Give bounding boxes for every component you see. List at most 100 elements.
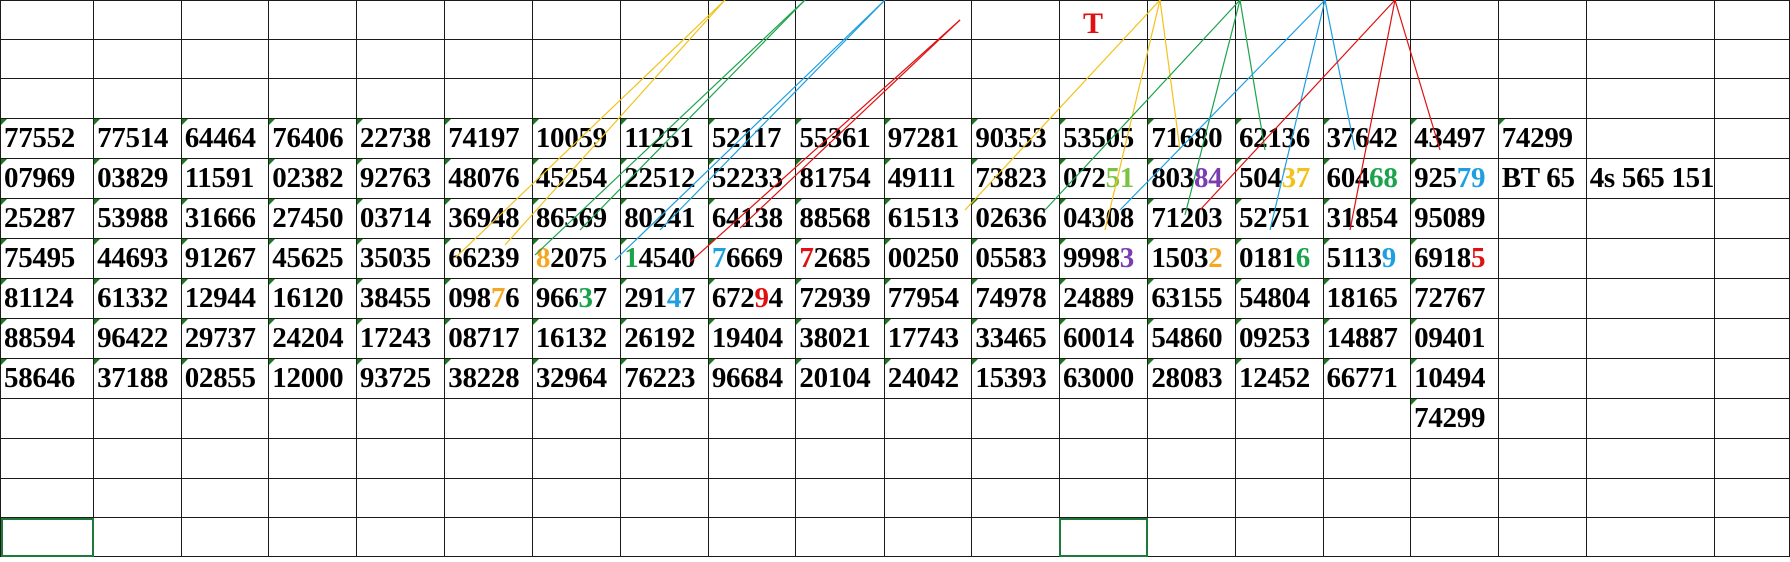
sheet-cell[interactable]: 12452 xyxy=(1234,358,1324,399)
sheet-cell[interactable]: 10059 xyxy=(531,118,622,159)
sheet-cell[interactable] xyxy=(795,438,885,479)
sheet-cell[interactable]: 19404 xyxy=(707,318,797,359)
sheet-cell[interactable] xyxy=(707,39,797,79)
sheet-cell[interactable] xyxy=(707,478,797,518)
sheet-cell[interactable] xyxy=(1497,39,1587,79)
cell-table[interactable]: 77552 77514 64464 76406 22738 74197 10059 11251… xyxy=(0,0,1790,557)
sheet-cell[interactable]: 54804 xyxy=(1234,278,1324,319)
sheet-cell[interactable] xyxy=(1147,78,1236,119)
sheet-cell[interactable] xyxy=(1714,198,1790,239)
sheet-cell[interactable]: 74299 xyxy=(1497,118,1587,159)
sheet-cell[interactable] xyxy=(444,517,533,557)
sheet-cell[interactable] xyxy=(1585,318,1716,359)
sheet-cell[interactable] xyxy=(1147,0,1236,40)
sheet-cell[interactable] xyxy=(1585,278,1716,319)
sheet-cell[interactable] xyxy=(971,0,1060,40)
sheet-cell[interactable]: 52751 xyxy=(1234,198,1324,239)
sheet-cell[interactable]: 81754 xyxy=(795,158,885,199)
sheet-cell[interactable] xyxy=(1058,39,1149,79)
sheet-cell[interactable] xyxy=(180,438,270,479)
sheet-cell[interactable] xyxy=(620,39,709,79)
sheet-cell[interactable] xyxy=(1714,318,1790,359)
sheet-cell[interactable]: 96684 xyxy=(707,358,797,399)
sheet-cell[interactable] xyxy=(444,78,533,119)
sheet-cell[interactable] xyxy=(1585,238,1716,279)
sheet-cell[interactable]: 90353 xyxy=(971,118,1060,159)
sheet-cell[interactable] xyxy=(620,398,709,439)
sheet-cell[interactable]: 51139 xyxy=(1322,238,1412,279)
sheet-cell[interactable]: 71203 xyxy=(1147,198,1236,239)
sheet-cell[interactable] xyxy=(268,78,357,119)
sheet-cell[interactable] xyxy=(355,39,446,79)
sheet-cell[interactable]: 16132 xyxy=(531,318,622,359)
sheet-cell[interactable] xyxy=(268,398,357,439)
sheet-cell[interactable] xyxy=(0,517,95,557)
sheet-cell[interactable] xyxy=(795,39,885,79)
sheet-cell[interactable]: 58646 xyxy=(0,358,95,399)
sheet-cell[interactable] xyxy=(1147,398,1236,439)
sheet-cell[interactable] xyxy=(1147,438,1236,479)
sheet-cell[interactable]: 07251 xyxy=(1058,158,1149,199)
sheet-cell[interactable] xyxy=(971,438,1060,479)
sheet-cell[interactable] xyxy=(971,478,1060,518)
sheet-cell[interactable] xyxy=(93,398,182,439)
sheet-cell[interactable]: 22512 xyxy=(620,158,709,199)
sheet-cell[interactable]: 35035 xyxy=(355,238,446,279)
sheet-cell[interactable]: 80241 xyxy=(620,198,709,239)
sheet-cell[interactable]: 4s 565 151 xyxy=(1585,158,1716,199)
sheet-cell[interactable]: 00250 xyxy=(883,238,973,279)
sheet-cell[interactable] xyxy=(1234,517,1324,557)
sheet-cell[interactable]: 95089 xyxy=(1410,198,1499,239)
sheet-cell[interactable]: 67294 xyxy=(707,278,797,319)
sheet-cell[interactable]: 37642 xyxy=(1322,118,1412,159)
spreadsheet-grid[interactable]: 77552 77514 64464 76406 22738 74197 10059 11251… xyxy=(0,0,1790,562)
sheet-cell[interactable] xyxy=(180,78,270,119)
sheet-cell[interactable] xyxy=(1497,318,1587,359)
sheet-cell[interactable]: 02855 xyxy=(180,358,270,399)
sheet-cell[interactable]: 27450 xyxy=(268,198,357,239)
sheet-cell[interactable]: 12944 xyxy=(180,278,270,319)
sheet-cell[interactable] xyxy=(1585,398,1716,439)
sheet-cell[interactable] xyxy=(883,517,973,557)
sheet-cell[interactable]: 86569 xyxy=(531,198,622,239)
sheet-cell[interactable] xyxy=(1410,438,1499,479)
sheet-cell[interactable]: 07969 xyxy=(0,158,95,199)
sheet-cell[interactable] xyxy=(1322,478,1412,518)
sheet-cell[interactable] xyxy=(0,0,95,40)
sheet-cell[interactable] xyxy=(971,39,1060,79)
sheet-cell[interactable] xyxy=(1714,78,1790,119)
sheet-cell[interactable]: 61332 xyxy=(93,278,182,319)
sheet-cell[interactable] xyxy=(1714,278,1790,319)
sheet-cell[interactable] xyxy=(1714,118,1790,159)
sheet-cell[interactable]: 38021 xyxy=(795,318,885,359)
sheet-cell[interactable] xyxy=(620,478,709,518)
sheet-cell[interactable]: 05583 xyxy=(971,238,1060,279)
sheet-cell[interactable] xyxy=(1585,198,1716,239)
sheet-cell[interactable]: 01816 xyxy=(1234,238,1324,279)
sheet-cell[interactable]: 96637 xyxy=(531,278,622,319)
sheet-cell[interactable] xyxy=(1714,517,1790,557)
sheet-cell[interactable]: 74197 xyxy=(444,118,533,159)
sheet-cell[interactable] xyxy=(1322,0,1412,40)
sheet-cell[interactable]: 66771 xyxy=(1322,358,1412,399)
sheet-cell[interactable] xyxy=(1714,358,1790,399)
sheet-cell[interactable]: 93725 xyxy=(355,358,446,399)
sheet-cell[interactable]: 33465 xyxy=(971,318,1060,359)
sheet-cell[interactable] xyxy=(795,398,885,439)
sheet-cell[interactable] xyxy=(93,78,182,119)
sheet-cell[interactable]: 69185 xyxy=(1410,238,1499,279)
sheet-cell[interactable] xyxy=(1497,358,1587,399)
sheet-cell[interactable] xyxy=(268,438,357,479)
sheet-cell[interactable] xyxy=(795,478,885,518)
sheet-cell[interactable] xyxy=(1585,358,1716,399)
sheet-cell[interactable]: 72685 xyxy=(795,238,885,279)
sheet-cell[interactable] xyxy=(180,478,270,518)
sheet-cell[interactable]: 74978 xyxy=(971,278,1060,319)
sheet-cell[interactable]: 73823 xyxy=(971,158,1060,199)
sheet-cell[interactable] xyxy=(1497,0,1587,40)
sheet-cell[interactable] xyxy=(971,78,1060,119)
sheet-cell[interactable] xyxy=(1058,78,1149,119)
sheet-cell[interactable]: 14887 xyxy=(1322,318,1412,359)
sheet-cell[interactable]: 22738 xyxy=(355,118,446,159)
sheet-cell[interactable] xyxy=(0,438,95,479)
